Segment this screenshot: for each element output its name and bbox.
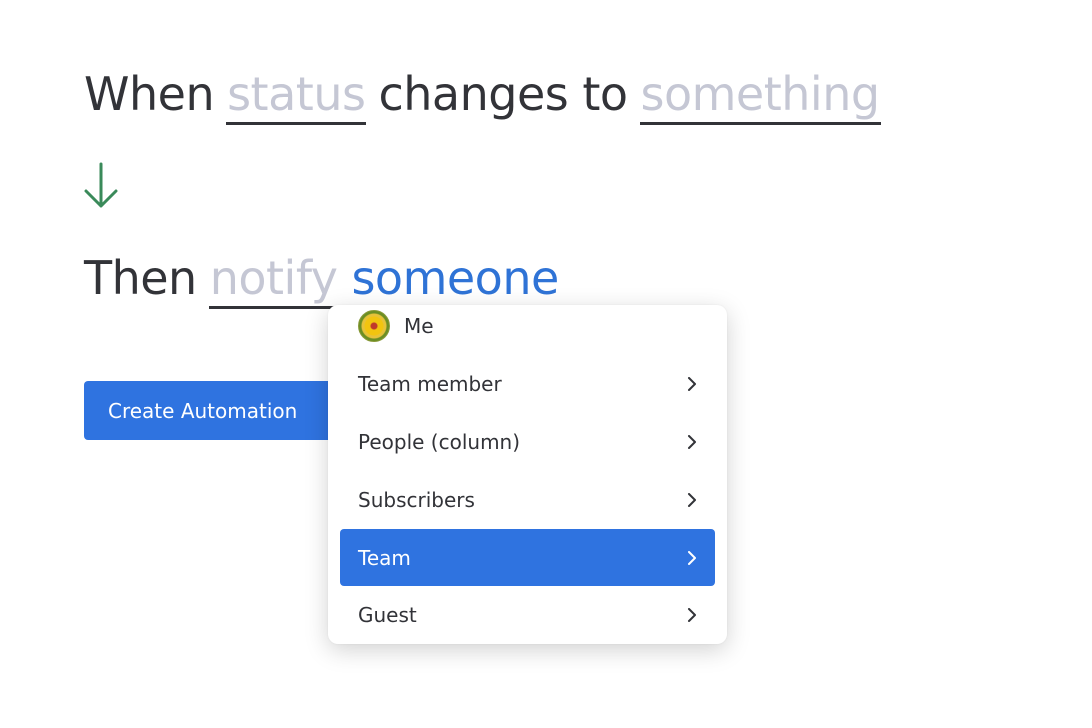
arrow-down-icon [84,162,118,208]
status-value-selector[interactable]: something [639,66,881,125]
menu-item-label: Guest [358,602,417,627]
menu-item-team-member[interactable]: Team member [340,355,715,412]
create-automation-button[interactable]: Create Automation [84,381,334,440]
chevron-right-icon [685,550,699,565]
chevron-right-icon [685,376,699,391]
avatar [358,310,390,342]
action-prefix: Then [84,251,197,305]
menu-item-team[interactable]: Team [340,529,715,586]
menu-item-me[interactable]: Me [340,305,715,355]
menu-item-label: Subscribers [358,487,475,512]
status-field-selector[interactable]: status [226,66,367,125]
action-sentence: Then notify someone [84,248,560,309]
menu-item-label: Team [358,545,411,570]
menu-item-label: Team member [358,371,502,396]
menu-item-people-column[interactable]: People (column) [340,413,715,470]
menu-item-subscribers[interactable]: Subscribers [340,471,715,528]
trigger-prefix: When [84,67,215,121]
chevron-right-icon [685,607,699,622]
menu-item-label: People (column) [358,429,521,454]
recipient-dropdown-menu: Me Team member People (column) Subscribe… [328,305,727,644]
menu-item-label: Me [404,314,434,338]
notify-target-selector[interactable]: someone [350,250,560,309]
action-verb-selector[interactable]: notify [208,250,339,309]
chevron-right-icon [685,492,699,507]
menu-item-guest[interactable]: Guest [340,586,715,643]
trigger-sentence: When status changes to something [84,64,881,125]
trigger-middle-text: changes to [378,67,628,121]
chevron-right-icon [685,434,699,449]
